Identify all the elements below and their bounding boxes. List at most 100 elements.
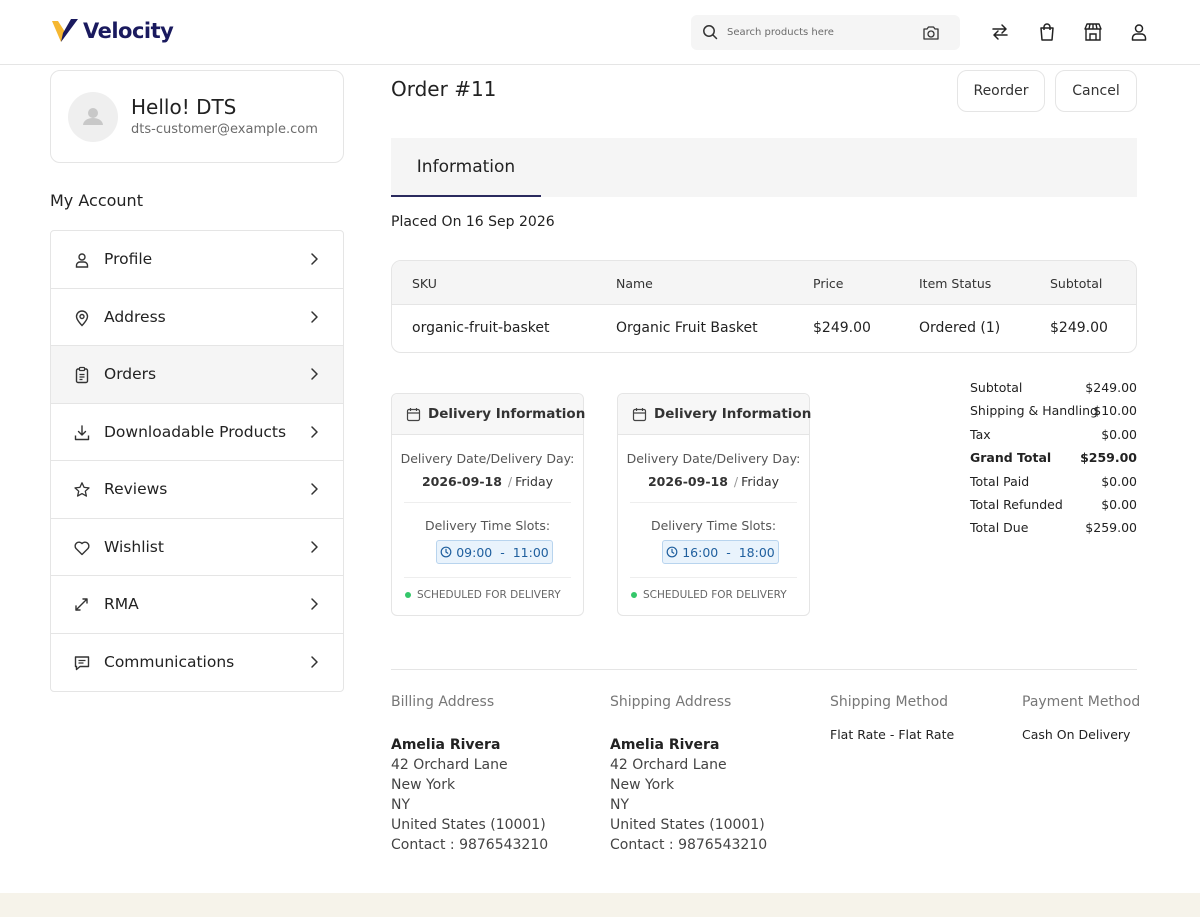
delivery-date-value: 2026-09-18 bbox=[647, 474, 728, 489]
user-icon bbox=[75, 253, 89, 268]
slot-dash: - bbox=[722, 544, 735, 560]
sidebar-item-downloadable-products[interactable]: Downloadable Products bbox=[51, 404, 343, 461]
column-header-sku: SKU bbox=[412, 276, 437, 291]
billing-state: NY bbox=[391, 797, 411, 813]
shipping-street: 42 Orchard Lane bbox=[610, 757, 727, 773]
profile-card: Hello! DTS dts-customer@example.com bbox=[50, 70, 344, 163]
compare-icon[interactable] bbox=[990, 22, 1010, 42]
summary-value: $259.00 bbox=[1085, 520, 1137, 536]
sidebar-item-communications[interactable]: Communications bbox=[51, 634, 343, 692]
sidebar-item-label: Profile bbox=[104, 250, 153, 269]
summary-value: $249.00 bbox=[1085, 380, 1137, 395]
slot-end: 18:00 bbox=[738, 544, 775, 560]
chat-icon bbox=[74, 655, 90, 670]
summary-label: Grand Total bbox=[970, 450, 1052, 466]
tab-information[interactable]: Information bbox=[391, 138, 541, 197]
camera-icon[interactable] bbox=[922, 24, 940, 41]
search-input[interactable] bbox=[727, 23, 907, 42]
avatar bbox=[68, 92, 118, 142]
sidebar-item-rma[interactable]: RMA bbox=[51, 576, 343, 634]
delivery-day: Friday bbox=[741, 474, 780, 489]
summary-label: Shipping & Handling bbox=[970, 403, 1098, 419]
sidebar-item-label: Wishlist bbox=[104, 537, 164, 556]
summary-value: $0.00 bbox=[1101, 473, 1137, 489]
column-header-item-status: Item Status bbox=[919, 276, 992, 291]
summary-value: $10.00 bbox=[1093, 403, 1137, 419]
cell-subtotal: $249.00 bbox=[1050, 320, 1108, 336]
shipping-name: Amelia Rivera bbox=[610, 737, 720, 753]
cell-price: $249.00 bbox=[813, 320, 871, 336]
shipping-address: Amelia Rivera 42 Orchard Lane New York N… bbox=[610, 735, 767, 855]
shipping-address-heading: Shipping Address bbox=[610, 694, 732, 710]
store-icon[interactable] bbox=[1083, 22, 1103, 42]
billing-name: Amelia Rivera bbox=[391, 737, 501, 753]
logo[interactable]: Velocity bbox=[51, 18, 174, 44]
delivery-date-label: Delivery Date/Delivery Day: bbox=[626, 451, 801, 466]
chevron-right-icon bbox=[311, 540, 318, 553]
table-header: SKU Name Price Item Status Subtotal bbox=[392, 261, 1136, 305]
shipping-method-value: Flat Rate - Flat Rate bbox=[830, 727, 955, 742]
sidebar-item-address[interactable]: Address bbox=[51, 289, 343, 346]
chevron-right-icon bbox=[311, 655, 318, 668]
star-icon bbox=[74, 482, 90, 497]
billing-city: New York bbox=[391, 777, 456, 793]
divider bbox=[630, 502, 797, 503]
page-title: Order #11 bbox=[391, 77, 497, 101]
slot-start: 16:00 bbox=[682, 544, 719, 560]
user-email: dts-customer@example.com bbox=[131, 122, 318, 137]
user-icon[interactable] bbox=[1129, 22, 1149, 42]
delivery-date-value: 2026-09-18 bbox=[421, 474, 502, 489]
reorder-button[interactable]: Reorder bbox=[957, 70, 1045, 112]
location-pin-icon bbox=[75, 309, 89, 326]
status-text: SCHEDULED FOR DELIVERY bbox=[417, 589, 561, 601]
chevron-right-icon bbox=[311, 253, 318, 265]
summary-row-subtotal: Subtotal $249.00 bbox=[970, 380, 1137, 403]
sidebar-item-profile[interactable]: Profile bbox=[51, 231, 343, 289]
sidebar-item-label: Orders bbox=[104, 365, 157, 384]
chevron-right-icon bbox=[311, 368, 318, 380]
chevron-right-icon bbox=[311, 310, 318, 323]
cart-icon[interactable] bbox=[1037, 22, 1057, 42]
section-divider bbox=[391, 669, 1137, 670]
status-dot bbox=[631, 592, 637, 598]
payment-method-heading: Payment Method bbox=[1022, 694, 1141, 710]
clipboard-icon bbox=[75, 366, 89, 384]
my-account-title: My Account bbox=[50, 191, 143, 210]
column-header-price: Price bbox=[813, 276, 844, 291]
chevron-right-icon bbox=[311, 483, 318, 495]
delivery-card-header: Delivery Information bbox=[618, 394, 811, 435]
calendar-icon bbox=[632, 408, 647, 422]
summary-row-tax: Tax $0.00 bbox=[970, 427, 1137, 450]
delivery-slots-label: Delivery Time Slots: bbox=[650, 518, 777, 533]
placed-on-date: Placed On 16 Sep 2026 bbox=[391, 214, 555, 230]
billing-address-heading: Billing Address bbox=[391, 694, 495, 710]
shipping-city: New York bbox=[610, 777, 675, 793]
summary-label: Total Due bbox=[970, 520, 1029, 536]
logo-text: Velocity bbox=[83, 19, 174, 43]
sidebar-item-orders[interactable]: Orders bbox=[51, 346, 343, 404]
sidebar-item-label: Communications bbox=[104, 653, 235, 672]
sidebar-item-label: Downloadable Products bbox=[104, 422, 287, 441]
cell-name: Organic Fruit Basket bbox=[616, 320, 758, 336]
delivery-card: Delivery Information Delivery Date/Deliv… bbox=[391, 393, 585, 616]
shipping-country: United States (10001) bbox=[610, 817, 765, 833]
clock-icon bbox=[666, 546, 678, 558]
avatar-placeholder-icon bbox=[83, 108, 103, 125]
cancel-button[interactable]: Cancel bbox=[1055, 70, 1137, 112]
sidebar-item-reviews[interactable]: Reviews bbox=[51, 461, 343, 519]
chevron-right-icon bbox=[311, 425, 318, 438]
search-bar bbox=[691, 15, 960, 50]
account-menu: Profile Address Orders Downloadable Prod… bbox=[50, 230, 344, 692]
summary-row-total-paid: Total Paid $0.00 bbox=[970, 474, 1137, 497]
cell-sku: organic-fruit-basket bbox=[412, 320, 550, 336]
billing-contact: Contact : 9876543210 bbox=[391, 837, 549, 853]
status-dot bbox=[405, 592, 411, 598]
summary-value: $0.00 bbox=[1101, 426, 1137, 442]
slot-start: 09:00 bbox=[456, 544, 493, 560]
return-arrows-icon bbox=[75, 598, 88, 611]
logo-mark-icon bbox=[52, 19, 78, 42]
date-separator: / bbox=[507, 474, 513, 489]
sidebar-item-wishlist[interactable]: Wishlist bbox=[51, 519, 343, 576]
delivery-date: 2026-09-18 /Friday bbox=[392, 474, 583, 489]
billing-street: 42 Orchard Lane bbox=[391, 757, 508, 773]
